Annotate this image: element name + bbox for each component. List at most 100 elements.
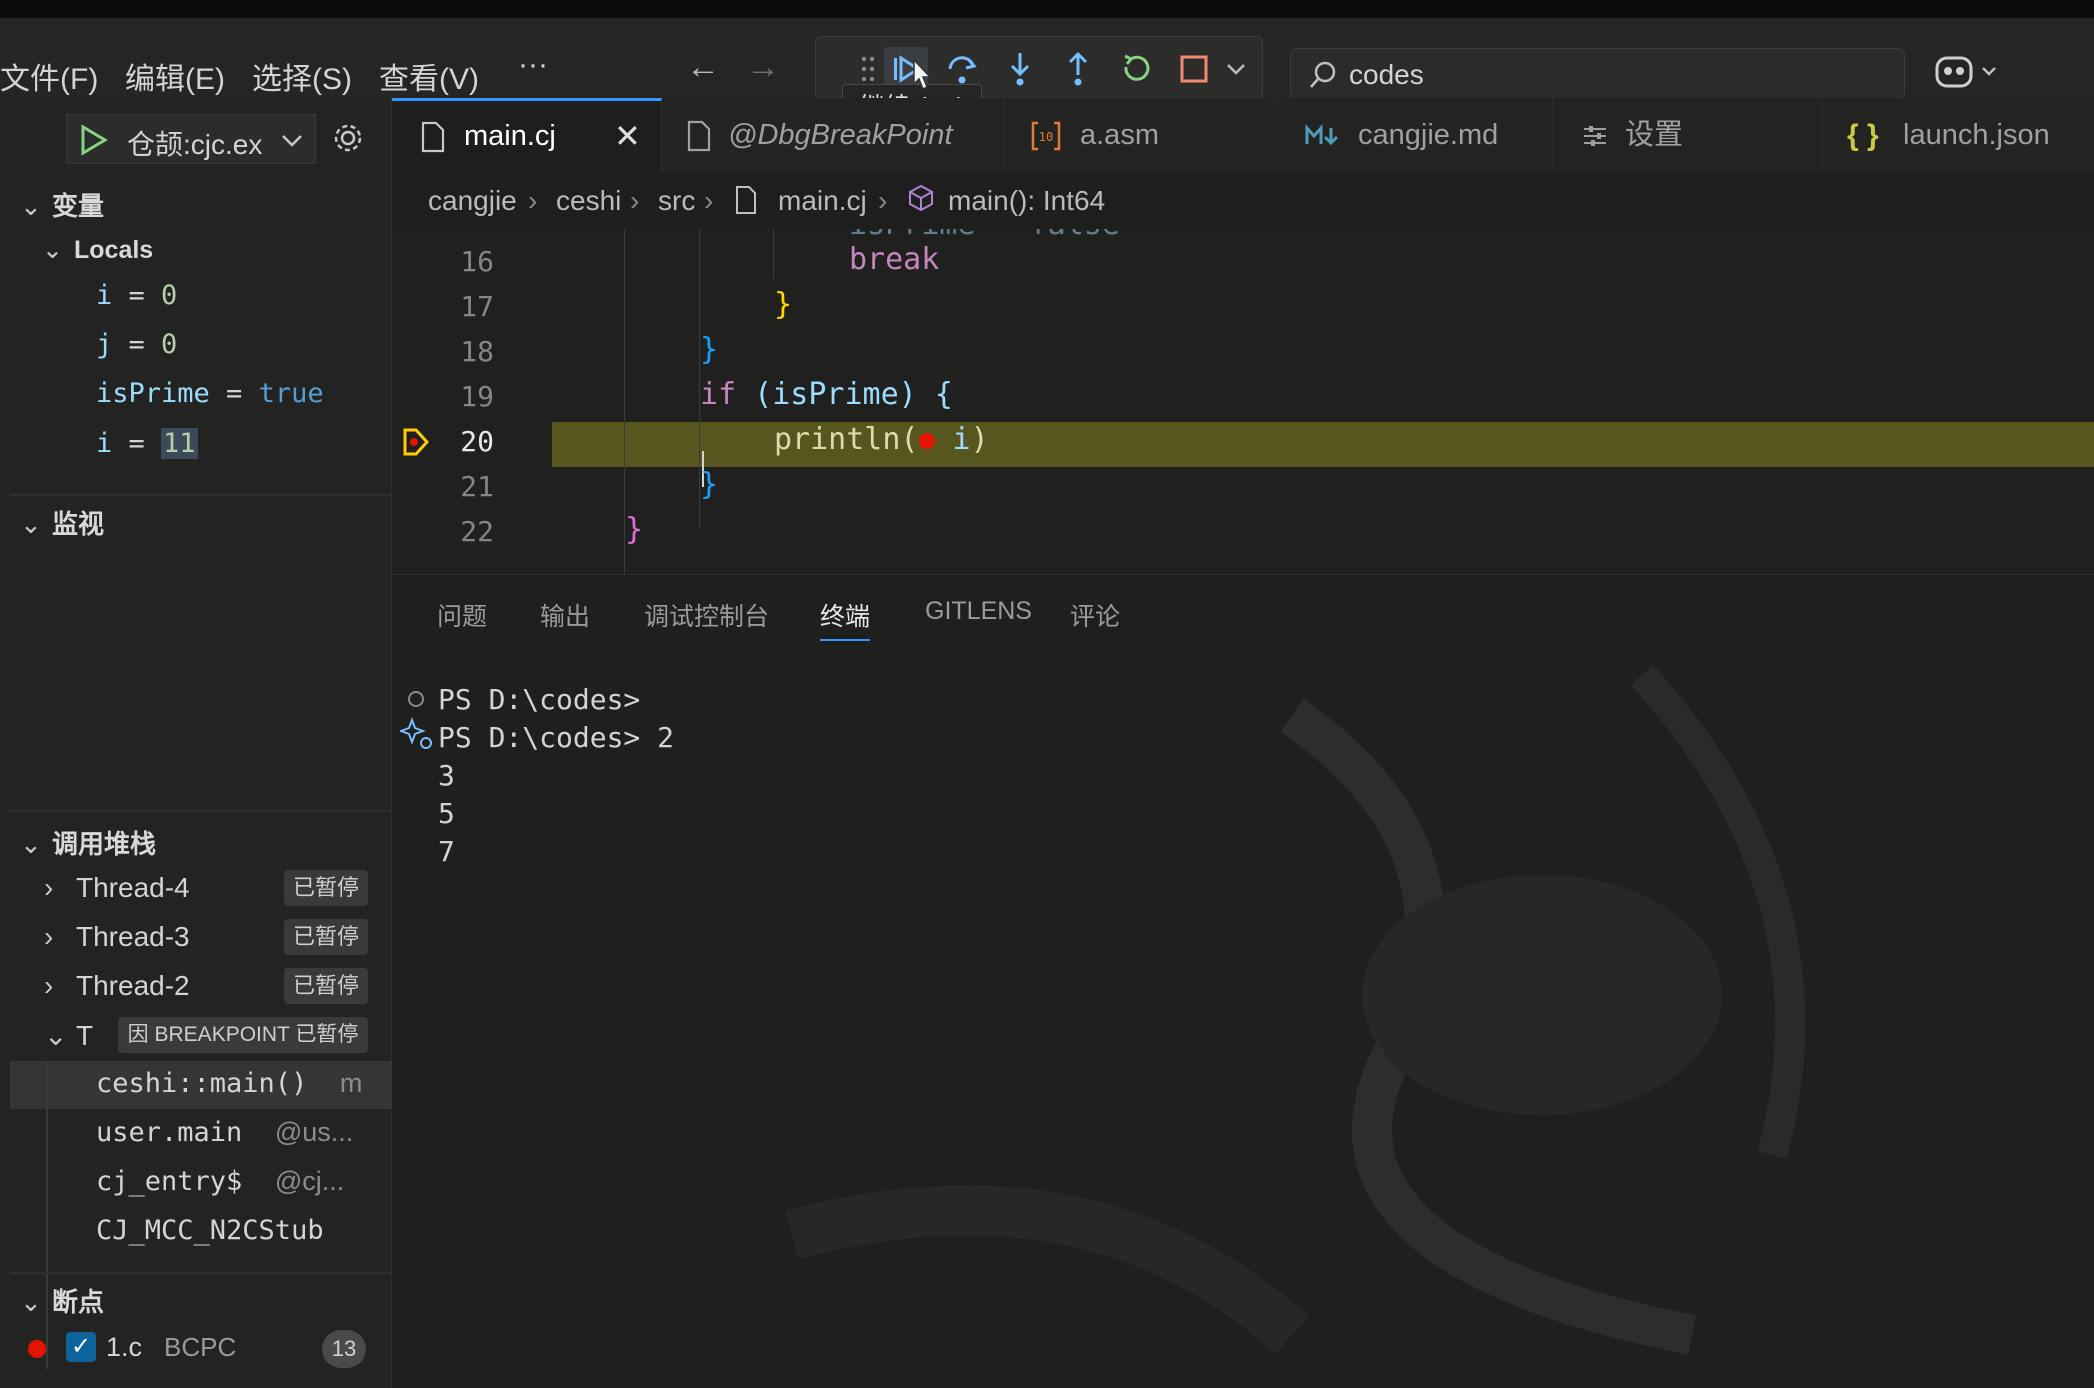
markdown-icon <box>1305 124 1339 146</box>
tab-debug-console[interactable]: 调试控制台 <box>644 597 769 633</box>
terminal-line: PS D:\codes> 2 <box>438 721 675 754</box>
active-thread-item[interactable]: ⌄ T <box>44 1019 93 1052</box>
inline-breakpoint-dot-icon[interactable] <box>918 432 935 449</box>
tab-terminal[interactable]: 终端 <box>820 597 871 641</box>
stack-frame-item[interactable]: CJ_MCC_N2CStub <box>96 1215 324 1246</box>
json-braces-icon: { } <box>1847 119 1879 152</box>
stack-frame-item[interactable]: cj_entry$ @cj... <box>96 1166 344 1197</box>
code-line: } <box>625 512 644 547</box>
menu-view[interactable]: 查看(V) <box>379 54 479 98</box>
breakpoint-checkbox[interactable]: ✓ <box>66 1332 96 1362</box>
breakpoints-section-header[interactable]: ⌄ 断点 <box>20 1282 104 1319</box>
file-icon <box>736 186 756 214</box>
thread-item[interactable]: › Thread-2 <box>44 970 190 1002</box>
terminal-line: PS D:\codes> <box>438 683 641 716</box>
menu-edit[interactable]: 编辑(E) <box>125 54 225 98</box>
breakpoint-dot-icon <box>28 1340 46 1358</box>
chevron-right-icon: › <box>44 970 54 1001</box>
tab-dbg-breakpoint[interactable]: @DbgBreakPoint <box>664 98 1004 173</box>
title-bar: 文件(F) 编辑(E) 选择(S) 查看(V) ··· ← → codes <box>0 0 2094 100</box>
file-icon <box>421 121 445 153</box>
thread-item[interactable]: › Thread-3 <box>44 921 190 953</box>
search-icon <box>1310 61 1336 88</box>
status-badge: 已暂停 <box>284 870 368 906</box>
run-config-label: 仓颉:cjc.ex <box>127 129 263 160</box>
variable-row[interactable]: i = 0 <box>96 280 177 311</box>
command-decoration-circle-icon <box>408 691 424 707</box>
watch-section-header[interactable]: ⌄ 监视 <box>20 504 104 541</box>
settings-sliders-icon <box>1584 126 1606 146</box>
stack-frame-item[interactable]: user.main @us... <box>96 1117 353 1148</box>
method-cube-icon <box>909 184 933 212</box>
tab-gitlens[interactable]: GITLENS <box>925 597 1032 626</box>
divider <box>10 810 392 812</box>
chevron-down-icon: ⌄ <box>20 191 42 221</box>
breadcrumb-item[interactable]: main(): Int64 <box>948 185 1105 217</box>
gear-icon[interactable] <box>330 120 366 156</box>
back-arrow-icon[interactable]: ← <box>686 48 720 87</box>
step-out-button[interactable] <box>1056 47 1100 91</box>
line-number: 20 <box>460 425 494 458</box>
variables-list: i = 0 j = 0 isPrime = true i = 11 j = 4 <box>0 268 392 468</box>
chevron-down-icon: ⌄ <box>44 1020 68 1051</box>
code-line: } <box>774 287 793 322</box>
breakpoint-item[interactable]: ✓ 1.c BCPC 13 <box>0 1326 392 1376</box>
variable-row[interactable]: isPrime = true <box>96 378 324 409</box>
terminal-line: 5 <box>438 797 455 830</box>
line-number: 19 <box>460 380 494 413</box>
variable-row[interactable]: i = 11 <box>96 428 198 459</box>
thread-item[interactable]: › Thread-4 <box>44 872 190 904</box>
search-text: codes <box>1349 59 1424 90</box>
chevron-right-icon: › <box>528 185 538 216</box>
chevron-right-icon: › <box>44 872 54 903</box>
chevron-down-icon <box>282 135 302 147</box>
divider <box>10 1272 392 1274</box>
step-into-button[interactable] <box>998 47 1042 91</box>
forward-arrow-icon[interactable]: → <box>746 48 780 87</box>
stop-icon <box>1180 55 1208 83</box>
tab-a-asm[interactable]: 10 a.asm <box>1004 98 1278 173</box>
tab-problems[interactable]: 问题 <box>437 597 487 633</box>
breakpoint-status-badge: 因 BREAKPOINT 已暂停 <box>118 1017 368 1053</box>
breadcrumb-item[interactable]: main.cj <box>778 185 867 217</box>
breadcrumb-item[interactable]: ceshi <box>556 185 621 217</box>
chevron-down-icon: ⌄ <box>20 1287 42 1317</box>
line-number: 22 <box>460 515 494 548</box>
stop-button[interactable] <box>1172 47 1216 91</box>
close-icon[interactable]: ✕ <box>614 101 641 171</box>
tab-main-cj[interactable]: main.cj ✕ <box>392 98 662 173</box>
binary-file-icon: 10 <box>1031 121 1061 151</box>
chevron-right-icon: › <box>630 185 640 216</box>
locals-scope[interactable]: ⌄ Locals <box>42 235 153 265</box>
code-editor[interactable]: isPrime = false 16 break 17 } 18 } 19 if… <box>392 229 2094 574</box>
variables-section-header[interactable]: ⌄ 变量 <box>20 186 104 223</box>
stop-dropdown-chevron-icon[interactable] <box>1214 47 1245 91</box>
code-line: } <box>700 332 719 367</box>
restart-button[interactable] <box>1114 47 1158 91</box>
line-number: 17 <box>460 290 494 323</box>
tab-launch-json[interactable]: { } launch.json <box>1823 98 2094 173</box>
tab-cangjie-md[interactable]: cangjie.md <box>1278 98 1553 173</box>
breakpoint-path: BCPC <box>164 1332 237 1362</box>
code-fragment: isPrime = false <box>849 229 1120 242</box>
breadcrumb-item[interactable]: cangjie <box>428 185 517 217</box>
variable-row[interactable]: j = 0 <box>96 329 177 360</box>
call-stack-section-header[interactable]: ⌄ 调用堆栈 <box>20 824 156 861</box>
tab-output[interactable]: 输出 <box>540 597 590 633</box>
breakpoint-line-badge: 13 <box>322 1330 366 1368</box>
menu-file[interactable]: 文件(F) <box>0 54 98 98</box>
copilot-icon <box>1935 56 1996 88</box>
chevron-right-icon: › <box>878 185 888 216</box>
command-search-box[interactable]: codes <box>1290 48 1905 100</box>
tab-settings[interactable]: 设置 <box>1553 98 1823 173</box>
menu-more[interactable]: ··· <box>518 48 548 82</box>
breadcrumb-item[interactable]: src <box>658 185 695 217</box>
line-number: 16 <box>460 245 494 278</box>
stack-frame-item[interactable]: ceshi::main() m <box>96 1068 362 1099</box>
svg-text:10: 10 <box>1039 130 1053 144</box>
menu-select[interactable]: 选择(S) <box>252 54 352 98</box>
tab-comments[interactable]: 评论 <box>1070 597 1120 633</box>
copilot-button[interactable] <box>1933 50 2003 94</box>
divider <box>10 494 392 496</box>
run-config-select[interactable]: 仓颉:cjc.ex <box>66 114 316 164</box>
